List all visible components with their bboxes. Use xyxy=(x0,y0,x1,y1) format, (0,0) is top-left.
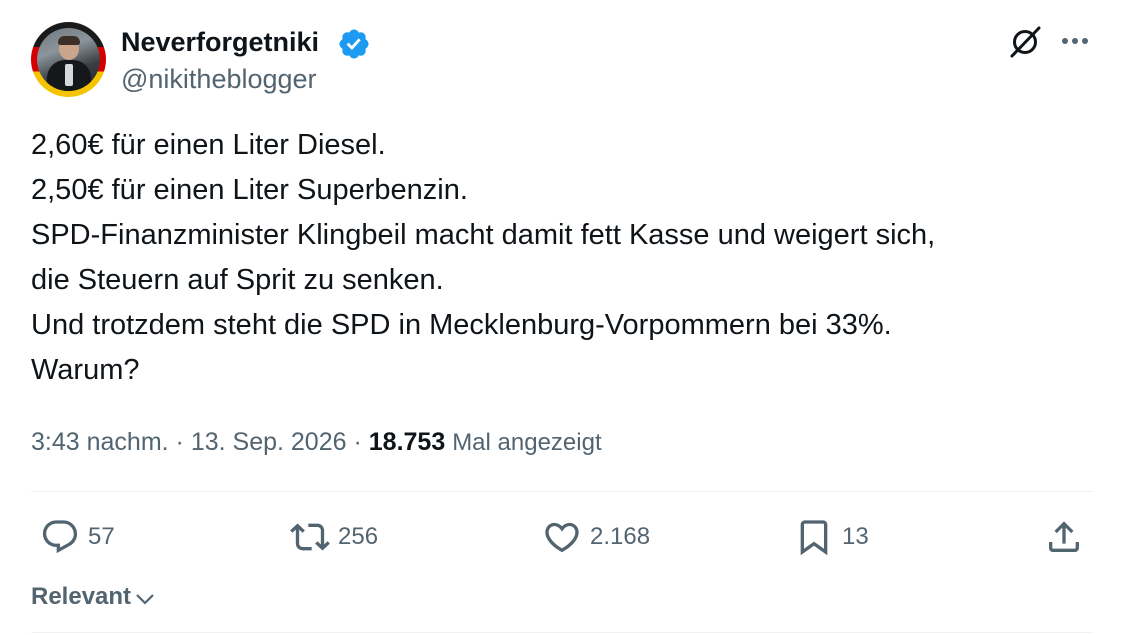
like-icon xyxy=(545,522,579,553)
views-label: Mal angezeigt xyxy=(452,429,602,456)
meta-separator: · xyxy=(353,428,362,456)
sort-label: Relevant xyxy=(31,583,132,610)
repost-button[interactable]: 256 xyxy=(290,512,378,562)
divider xyxy=(31,632,1093,633)
like-button[interactable]: 2.168 xyxy=(542,512,650,562)
like-count: 2.168 xyxy=(590,523,651,550)
tweet-line: 2,50€ für einen Liter Superbenzin. xyxy=(31,174,468,206)
grok-icon[interactable] xyxy=(1006,23,1044,61)
tweet-line: SPD-Finanzminister Klingbeil macht damit… xyxy=(31,219,936,251)
meta-separator: · xyxy=(175,428,184,456)
tweet-time[interactable]: 3:43 nachm. xyxy=(31,428,169,456)
tweet-date[interactable]: 13. Sep. 2026 xyxy=(191,428,347,456)
avatar-photo xyxy=(37,28,100,91)
views-count: 18.753 xyxy=(368,428,446,456)
verified-badge-icon xyxy=(339,29,369,59)
bookmark-count: 13 xyxy=(842,523,869,550)
reply-icon xyxy=(42,520,78,554)
share-button[interactable] xyxy=(1044,512,1084,562)
bookmark-icon xyxy=(800,520,828,556)
tweet-line: die Steuern auf Sprit zu senken. xyxy=(31,264,444,296)
author-handle[interactable]: @nikitheblogger xyxy=(121,63,317,95)
tweet-line: Warum? xyxy=(31,354,140,386)
tweet-line: 2,60€ für einen Liter Diesel. xyxy=(31,129,386,161)
reply-button[interactable]: 57 xyxy=(40,512,115,562)
author-display-name[interactable]: Neverforgetniki xyxy=(121,26,319,58)
repost-icon xyxy=(290,523,330,551)
bookmark-button[interactable]: 13 xyxy=(794,512,869,562)
chevron-down-icon xyxy=(136,594,154,605)
tweet-line: Und trotzdem steht die SPD in Mecklenbur… xyxy=(31,309,892,341)
tweet-meta: 3:43 nachm. · 13. Sep. 2026 · 18.753 Mal… xyxy=(31,422,602,463)
reply-count: 57 xyxy=(88,523,115,550)
sort-relevant-dropdown[interactable]: Relevant xyxy=(31,577,157,617)
share-icon xyxy=(1049,521,1079,552)
divider xyxy=(31,491,1093,492)
avatar[interactable] xyxy=(31,22,106,97)
tweet-text: 2,60€ für einen Liter Diesel. 2,50€ für … xyxy=(31,123,1101,393)
more-icon[interactable] xyxy=(1058,28,1092,54)
repost-count: 256 xyxy=(338,523,379,550)
